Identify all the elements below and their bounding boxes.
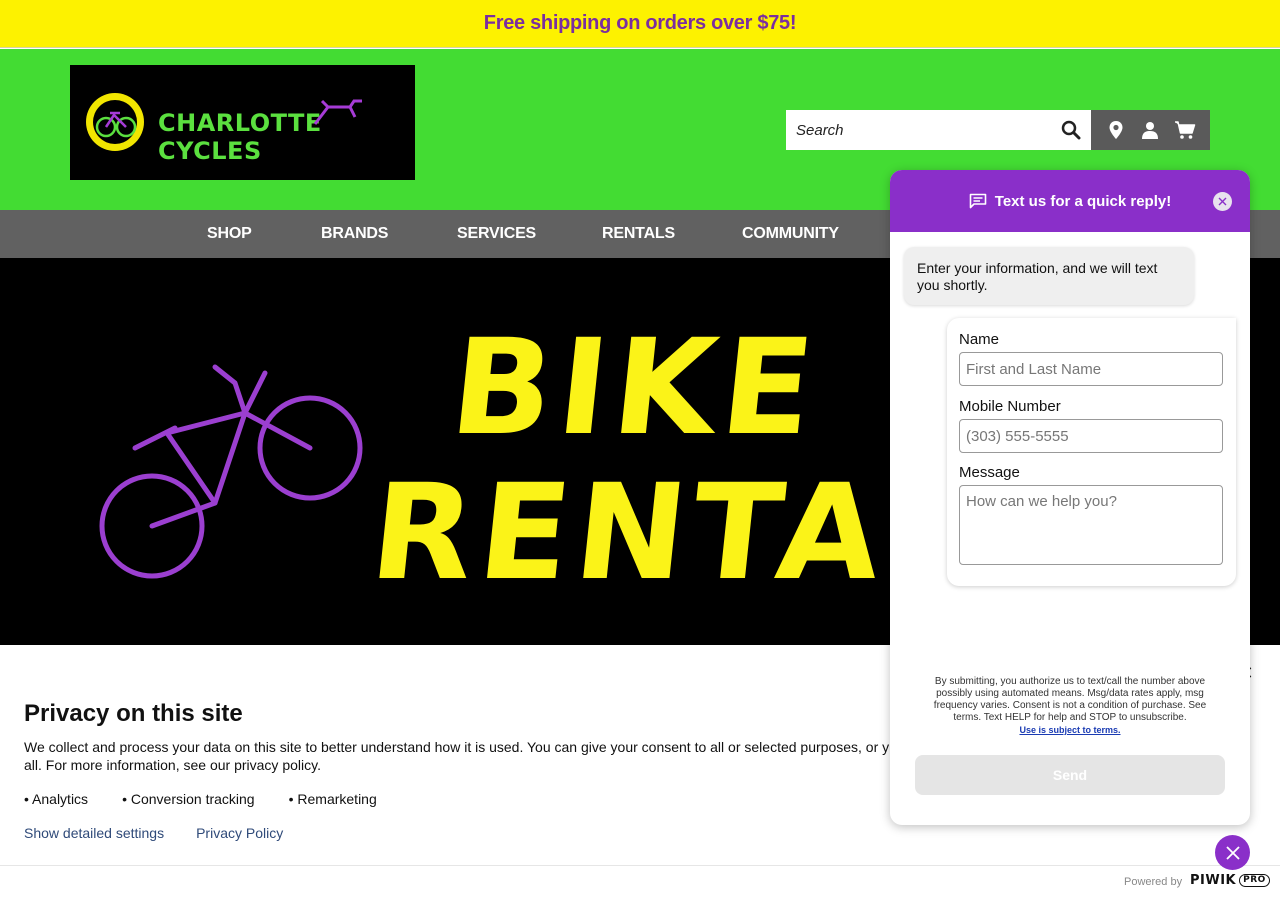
chat-terms-link[interactable]: Use is subject to terms. bbox=[920, 724, 1220, 736]
chat-disclaimer-text: By submitting, you authorize us to text/… bbox=[933, 676, 1207, 723]
purpose-label: Analytics bbox=[32, 791, 89, 807]
text-chat-widget: Text us for a quick reply! Enter your in… bbox=[890, 170, 1250, 825]
map-pin-icon bbox=[1109, 121, 1123, 139]
search-input[interactable] bbox=[786, 110, 1091, 150]
purpose-analytics: • Analytics bbox=[24, 791, 89, 807]
purpose-label: Remarketing bbox=[297, 791, 377, 807]
logo-text: CHARLOTTE CYCLES bbox=[158, 109, 322, 165]
search-icon bbox=[1061, 120, 1080, 140]
chat-title: Text us for a quick reply! bbox=[994, 192, 1172, 210]
search-button[interactable] bbox=[1050, 110, 1091, 150]
logo-wheel-icon bbox=[86, 93, 144, 151]
purpose-remarketing: • Remarketing bbox=[288, 791, 377, 807]
message-icon bbox=[969, 193, 987, 209]
close-icon bbox=[1218, 197, 1227, 206]
piwik-pro-logo[interactable]: PIWIK PRO bbox=[1190, 873, 1270, 888]
nav-item-services[interactable]: SERVICES bbox=[457, 210, 536, 258]
piwik-footer: Powered by PIWIK PRO bbox=[0, 865, 1280, 900]
cart-button[interactable] bbox=[1170, 115, 1200, 145]
privacy-body-line2: all. For more information, see our priva… bbox=[24, 757, 321, 773]
nav-item-shop[interactable]: SHOP bbox=[207, 210, 252, 258]
header-icon-group bbox=[1091, 110, 1210, 150]
chat-send-button[interactable]: Send bbox=[915, 755, 1225, 795]
message-label: Message bbox=[959, 464, 1020, 481]
chat-close-button[interactable] bbox=[1213, 192, 1232, 211]
chat-toggle-button[interactable] bbox=[1215, 835, 1250, 870]
user-icon bbox=[1142, 122, 1159, 139]
privacy-policy-link[interactable]: Privacy Policy bbox=[196, 825, 283, 841]
powered-by-label: Powered by bbox=[1124, 876, 1183, 888]
nav-item-rentals[interactable]: RENTALS bbox=[602, 210, 675, 258]
message-input[interactable] bbox=[959, 485, 1223, 565]
shopping-cart-icon bbox=[1174, 121, 1196, 139]
privacy-body-line1: We collect and process your data on this… bbox=[24, 739, 890, 755]
close-icon bbox=[1225, 845, 1240, 860]
bike-illustration-icon bbox=[99, 364, 363, 579]
purpose-conversion: • Conversion tracking bbox=[122, 791, 255, 807]
hero-title-line1: BIKE bbox=[443, 311, 827, 465]
promo-bar: Free shipping on orders over $75! bbox=[0, 0, 1280, 48]
logo-bike-icon bbox=[313, 99, 362, 125]
purpose-label: Conversion tracking bbox=[130, 791, 255, 807]
account-button[interactable] bbox=[1135, 115, 1165, 145]
privacy-title: Privacy on this site bbox=[24, 700, 243, 727]
site-logo[interactable]: CHARLOTTE CYCLES bbox=[70, 65, 415, 180]
name-input[interactable] bbox=[959, 352, 1223, 386]
nav-item-brands[interactable]: BRANDS bbox=[321, 210, 388, 258]
name-label: Name bbox=[959, 331, 1000, 348]
store-locator-button[interactable] bbox=[1101, 115, 1131, 145]
privacy-links: Show detailed settings Privacy Policy bbox=[24, 825, 315, 841]
chat-intro-bubble: Enter your information, and we will text… bbox=[904, 247, 1194, 305]
mobile-label: Mobile Number bbox=[959, 398, 1061, 415]
search-bar bbox=[786, 110, 1210, 150]
piwik-wordmark: PIWIK bbox=[1190, 873, 1237, 888]
chat-form: Name Mobile Number Message bbox=[947, 318, 1236, 586]
show-detailed-settings-link[interactable]: Show detailed settings bbox=[24, 825, 164, 841]
chat-disclaimer: By submitting, you authorize us to text/… bbox=[920, 676, 1220, 736]
nav-item-community[interactable]: COMMUNITY bbox=[742, 210, 839, 258]
chat-header: Text us for a quick reply! bbox=[890, 170, 1250, 232]
promo-text: Free shipping on orders over $75! bbox=[483, 12, 797, 34]
mobile-input[interactable] bbox=[959, 419, 1223, 453]
piwik-pro-badge: PRO bbox=[1239, 874, 1270, 887]
privacy-purposes: • Analytics • Conversion tracking • Rema… bbox=[24, 791, 411, 807]
privacy-body: We collect and process your data on this… bbox=[24, 738, 894, 774]
